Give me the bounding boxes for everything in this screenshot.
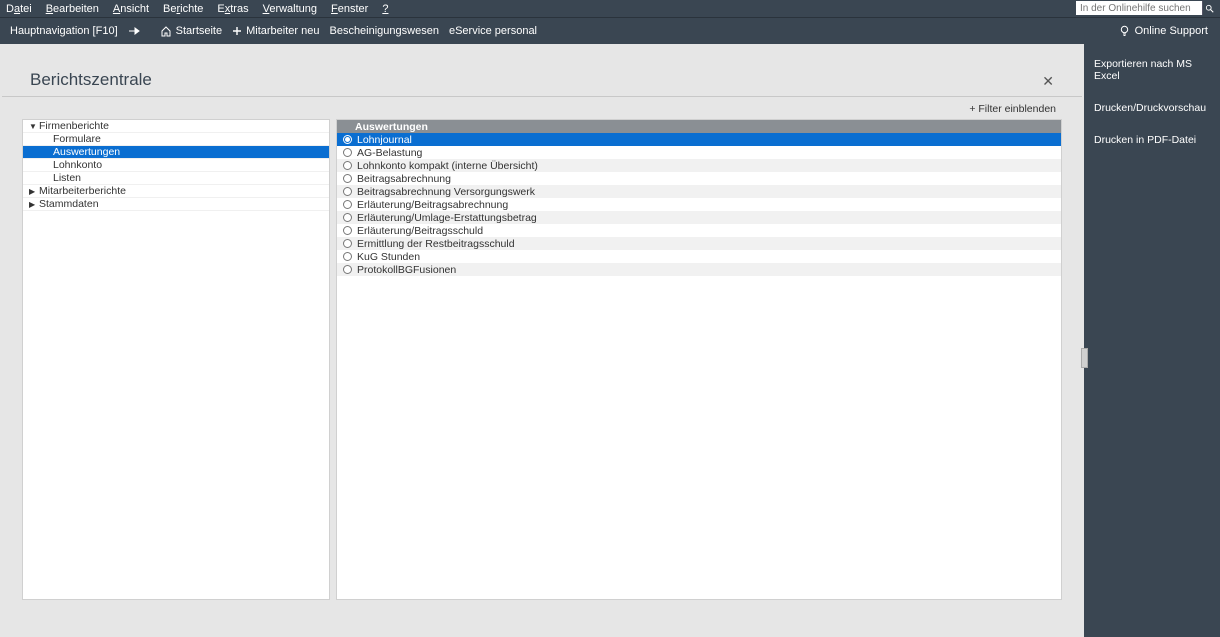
menu-bearbeiten[interactable]: Bearbeiten (46, 3, 99, 15)
radio-icon (343, 213, 352, 222)
report-list: Auswertungen LohnjournalAG-BelastungLohn… (336, 119, 1062, 600)
toolbar: Hauptnavigation [F10] Startseite Mitarbe… (0, 18, 1220, 44)
toolbar-bescheinigungswesen-label: Bescheinigungswesen (329, 25, 438, 37)
tree-item-label: Lohnkonto (53, 159, 102, 171)
tree-item[interactable]: Formulare (23, 133, 329, 146)
report-list-item[interactable]: Ermittlung der Restbeitragsschuld (337, 237, 1061, 250)
right-panel-collapse-handle[interactable] (1081, 348, 1088, 368)
report-list-item[interactable]: Erläuterung/Beitragsabrechnung (337, 198, 1061, 211)
report-list-item-label: Ermittlung der Restbeitragsschuld (357, 238, 515, 250)
report-list-item-label: AG-Belastung (357, 147, 422, 159)
help-search-button[interactable] (1202, 1, 1216, 15)
menu-fenster[interactable]: Fenster (331, 3, 368, 15)
toolbar-mitarbeiter-neu[interactable]: Mitarbeiter neu (232, 25, 319, 37)
report-list-item-label: ProtokollBGFusionen (357, 264, 456, 276)
radio-icon (343, 200, 352, 209)
report-list-item[interactable]: Lohnjournal (337, 133, 1061, 146)
report-list-item[interactable]: Erläuterung/Beitragsschuld (337, 224, 1061, 237)
menubar: Datei Bearbeiten Ansicht Berichte Extras… (0, 0, 1220, 17)
report-tree: ▼FirmenberichteFormulareAuswertungenLohn… (22, 119, 330, 600)
menu-extras[interactable]: Extras (217, 3, 248, 15)
report-list-item[interactable]: AG-Belastung (337, 146, 1061, 159)
report-list-item-label: Erläuterung/Beitragsschuld (357, 225, 483, 237)
tree-group[interactable]: ▶Mitarbeiterberichte (23, 185, 329, 198)
report-list-item-label: Lohnjournal (357, 134, 412, 146)
tree-group-label: Stammdaten (39, 198, 99, 210)
tree-item-label: Auswertungen (53, 146, 120, 158)
tree-group[interactable]: ▼Firmenberichte (23, 120, 329, 133)
close-icon: ✕ (1042, 73, 1054, 89)
report-list-item-label: Lohnkonto kompakt (interne Übersicht) (357, 160, 538, 172)
content-area: Berichtszentrale ✕ + Filter einblenden ▼… (0, 44, 1084, 637)
main-navigation-button[interactable]: Hauptnavigation [F10] (10, 25, 118, 37)
lightbulb-icon (1119, 25, 1130, 37)
help-search (1076, 1, 1216, 15)
radio-icon (343, 187, 352, 196)
menu-verwaltung[interactable]: Verwaltung (263, 3, 317, 15)
tree-group-label: Mitarbeiterberichte (39, 185, 126, 197)
help-search-input[interactable] (1076, 1, 1202, 15)
triangle-right-icon: ▶ (29, 200, 39, 209)
tree-item[interactable]: Auswertungen (23, 146, 329, 159)
toolbar-eservice-personal-label: eService personal (449, 25, 537, 37)
toolbar-startseite-label: Startseite (176, 25, 222, 37)
toolbar-bescheinigungswesen[interactable]: Bescheinigungswesen (329, 25, 438, 37)
filter-toggle[interactable]: + Filter einblenden (969, 103, 1056, 115)
home-icon (160, 25, 172, 37)
report-list-item-label: Erläuterung/Umlage-Erstattungsbetrag (357, 212, 537, 224)
report-list-item-label: KuG Stunden (357, 251, 420, 263)
tree-group-label: Firmenberichte (39, 120, 109, 132)
action-export-excel[interactable]: Exportieren nach MS Excel (1094, 58, 1210, 82)
tree-item[interactable]: Listen (23, 172, 329, 185)
menu-ansicht[interactable]: Ansicht (113, 3, 149, 15)
tree-item-label: Listen (53, 172, 81, 184)
report-list-item[interactable]: ProtokollBGFusionen (337, 263, 1061, 276)
radio-icon (343, 135, 352, 144)
radio-icon (343, 226, 352, 235)
menu-help[interactable]: ? (382, 3, 388, 15)
action-print-preview[interactable]: Drucken/Druckvorschau (1094, 102, 1210, 114)
report-list-item-label: Erläuterung/Beitragsabrechnung (357, 199, 508, 211)
report-list-item[interactable]: Lohnkonto kompakt (interne Übersicht) (337, 159, 1061, 172)
triangle-down-icon: ▼ (29, 122, 39, 131)
toolbar-startseite[interactable]: Startseite (160, 25, 222, 37)
online-support-label: Online Support (1135, 25, 1208, 37)
tree-item[interactable]: Lohnkonto (23, 159, 329, 172)
tree-item-label: Formulare (53, 133, 101, 145)
menu-berichte[interactable]: Berichte (163, 3, 203, 15)
toolbar-mitarbeiter-neu-label: Mitarbeiter neu (246, 25, 319, 37)
report-list-item-label: Beitragsabrechnung Versorgungswerk (357, 186, 535, 198)
menu-datei[interactable]: Datei (6, 3, 32, 15)
radio-icon (343, 174, 352, 183)
radio-icon (343, 161, 352, 170)
report-list-item[interactable]: Beitragsabrechnung Versorgungswerk (337, 185, 1061, 198)
radio-icon (343, 265, 352, 274)
page-title: Berichtszentrale (30, 70, 1042, 90)
search-icon (1205, 4, 1214, 13)
report-list-item[interactable]: Beitragsabrechnung (337, 172, 1061, 185)
plus-icon (232, 26, 242, 36)
close-button[interactable]: ✕ (1042, 73, 1054, 90)
radio-icon (343, 239, 352, 248)
radio-icon (343, 148, 352, 157)
actions-panel: Exportieren nach MS Excel Drucken/Druckv… (1084, 44, 1220, 637)
report-list-header: Auswertungen (337, 120, 1061, 133)
triangle-right-icon: ▶ (29, 187, 39, 196)
tree-group[interactable]: ▶Stammdaten (23, 198, 329, 211)
action-print-pdf[interactable]: Drucken in PDF-Datei (1094, 134, 1210, 146)
pin-icon[interactable] (128, 26, 142, 36)
toolbar-eservice-personal[interactable]: eService personal (449, 25, 537, 37)
report-list-item[interactable]: KuG Stunden (337, 250, 1061, 263)
report-list-item-label: Beitragsabrechnung (357, 173, 451, 185)
radio-icon (343, 252, 352, 261)
report-list-item[interactable]: Erläuterung/Umlage-Erstattungsbetrag (337, 211, 1061, 224)
online-support-link[interactable]: Online Support (1119, 25, 1208, 37)
